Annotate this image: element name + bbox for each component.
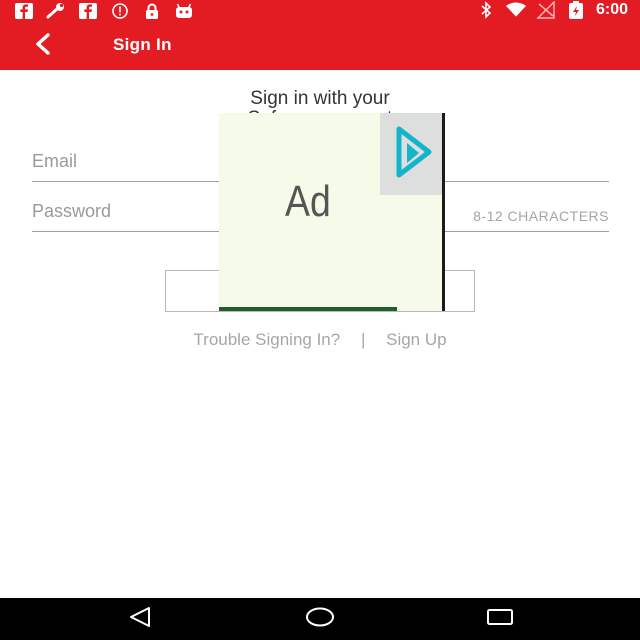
status-bar: 6:00: [0, 0, 640, 22]
lock-icon: [142, 2, 162, 20]
alert-icon: [110, 2, 130, 20]
link-separator: |: [360, 330, 366, 349]
wrench-icon: [46, 2, 66, 20]
nav-recents-icon: [486, 607, 514, 632]
play-icon: [389, 123, 433, 186]
nav-home-button[interactable]: [300, 606, 340, 632]
android-icon: [174, 2, 194, 20]
back-button[interactable]: [26, 30, 60, 62]
no-signal-icon: [536, 1, 556, 19]
notification-icons: [14, 2, 194, 20]
ad-label: Ad: [285, 177, 331, 226]
sign-up-link[interactable]: Sign Up: [386, 330, 446, 349]
ad-progress-bar: [219, 307, 397, 311]
ad-logo[interactable]: [380, 113, 442, 195]
nav-recents-button[interactable]: [480, 606, 520, 632]
trouble-signing-in-link[interactable]: Trouble Signing In?: [193, 330, 340, 349]
account-links: Trouble Signing In? | Sign Up: [0, 330, 640, 350]
nav-back-button[interactable]: [120, 606, 160, 632]
page-title: Sign In: [113, 35, 172, 54]
facebook-icon: [14, 2, 34, 20]
navigation-bar: [0, 598, 640, 640]
wifi-icon: [505, 1, 526, 19]
bluetooth-icon: [476, 1, 496, 19]
app-bar: Sign In: [0, 22, 640, 70]
password-hint: 8-12 CHARACTERS: [473, 208, 609, 224]
nav-back-icon: [127, 606, 153, 633]
system-icons: 6:00: [476, 1, 628, 19]
nav-home-icon: [305, 606, 335, 633]
battery-charging-icon: [566, 1, 586, 19]
ad-banner[interactable]: Ad: [219, 113, 445, 311]
clock: 6:00: [595, 1, 628, 18]
chevron-left-icon: [32, 32, 54, 61]
signin-heading-line1: Sign in with your: [250, 88, 390, 109]
facebook-icon: [78, 2, 98, 20]
